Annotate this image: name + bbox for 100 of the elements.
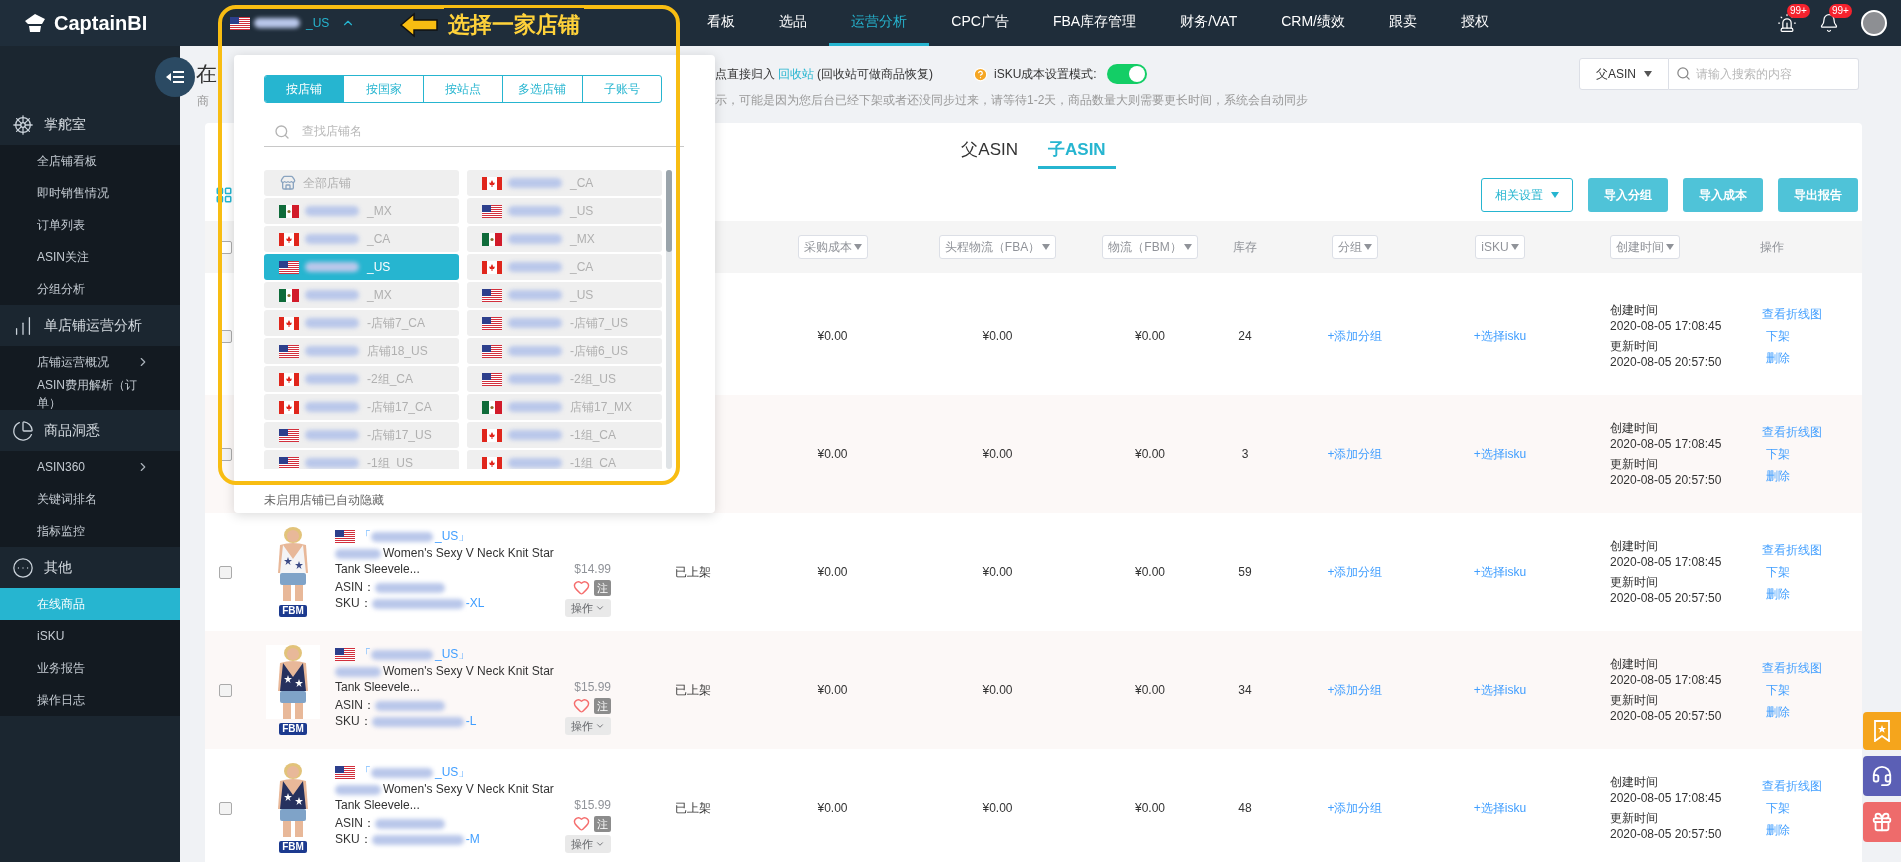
nav-tab[interactable]: CPC广告	[929, 0, 1031, 46]
row-checkbox[interactable]	[218, 683, 232, 697]
recycle-bin-link[interactable]: 回收站	[775, 67, 817, 81]
note-button[interactable]: 注	[594, 815, 611, 832]
grid-view-icon[interactable]	[215, 186, 233, 204]
store-option[interactable]: -店铺6_US	[467, 338, 662, 364]
add-group-link[interactable]: +添加分组	[1327, 327, 1383, 345]
store-option[interactable]: _CA	[264, 226, 459, 252]
column-filter[interactable]: iSKU	[1475, 235, 1525, 259]
store-option[interactable]: _US	[467, 198, 662, 224]
action-link[interactable]: 下架	[1762, 681, 1790, 699]
collapse-sidebar-button[interactable]	[155, 57, 195, 97]
sidebar-item[interactable]: iSKU	[0, 620, 180, 652]
toolbar-button[interactable]: 导出报告	[1778, 178, 1858, 212]
toolbar-button[interactable]: 导入成本	[1683, 178, 1763, 212]
isku-mode-toggle[interactable]	[1106, 64, 1147, 84]
picker-tab[interactable]: 按店铺	[265, 76, 344, 102]
select-isku-link[interactable]: +选择isku	[1473, 563, 1527, 581]
add-group-link[interactable]: +添加分组	[1327, 799, 1383, 817]
select-isku-link[interactable]: +选择isku	[1473, 327, 1527, 345]
store-link[interactable]: 「 _US」	[359, 645, 471, 663]
settings-dropdown[interactable]: 相关设置	[1481, 178, 1573, 212]
nav-tab[interactable]: CRM/绩效	[1259, 0, 1367, 46]
action-link[interactable]: 下架	[1762, 445, 1790, 463]
sidebar-item[interactable]: 指标监控	[0, 515, 180, 547]
sidebar-item[interactable]: 即时销售情况	[0, 177, 180, 209]
store-option[interactable]: -1组_US	[264, 450, 459, 469]
note-button[interactable]: 注	[594, 579, 611, 596]
nav-tab[interactable]: FBA库存管理	[1030, 0, 1159, 46]
sidebar-item[interactable]: 在线商品	[0, 588, 180, 620]
column-filter[interactable]: 采购成本	[797, 235, 868, 259]
action-link[interactable]: 下架	[1762, 563, 1790, 581]
sku-link[interactable]: -XL	[371, 596, 485, 610]
column-filter[interactable]: 物流（FBM）	[1102, 235, 1198, 259]
toolbar-button[interactable]: 导入分组	[1588, 178, 1668, 212]
store-option[interactable]: _US	[264, 254, 459, 280]
sidebar-item[interactable]: 全店铺看板	[0, 145, 180, 177]
action-link[interactable]: 查看折线图	[1762, 423, 1822, 441]
product-title[interactable]: Women's Sexy V Neck Knit Star Tank Sleevele...	[335, 781, 567, 813]
store-option[interactable]: _CA	[467, 170, 662, 196]
nav-tab[interactable]: 跟卖	[1366, 0, 1439, 46]
picker-tab[interactable]: 按站点	[422, 76, 503, 102]
heart-icon[interactable]	[573, 815, 590, 832]
column-filter[interactable]: 头程物流（FBA）	[938, 235, 1057, 259]
store-option[interactable]: _MX	[264, 282, 459, 308]
store-option[interactable]: -2组_CA	[264, 366, 459, 392]
store-option[interactable]: -店铺7_CA	[264, 310, 459, 336]
support-button[interactable]	[1863, 756, 1901, 796]
picker-tab[interactable]: 子账号	[581, 76, 661, 102]
nav-tab[interactable]: 财务/VAT	[1158, 0, 1260, 46]
sidebar-item[interactable]: ASIN关注	[0, 241, 180, 273]
search-field[interactable]: 请输入搜索的内容	[1669, 58, 1859, 90]
row-checkbox[interactable]	[218, 801, 232, 815]
store-option[interactable]: -店铺7_US	[467, 310, 662, 336]
action-link[interactable]: 下架	[1762, 799, 1790, 817]
product-title[interactable]: Women's Sexy V Neck Knit Star Tank Sleevele...	[335, 663, 567, 695]
action-link[interactable]: 查看折线图	[1762, 777, 1822, 795]
sidebar-item[interactable]: 订单列表	[0, 209, 180, 241]
sidebar-group-label[interactable]: 单店铺运营分析	[44, 315, 142, 336]
asin-tab[interactable]: 子ASIN	[1038, 136, 1116, 169]
heart-icon[interactable]	[573, 697, 590, 714]
nav-tab[interactable]: 选品	[757, 0, 830, 46]
picker-tab[interactable]: 按国家	[343, 76, 423, 102]
asin-tab[interactable]: 父ASIN	[951, 136, 1029, 169]
heart-icon[interactable]	[573, 579, 590, 596]
operation-menu-button[interactable]: 操作	[565, 599, 611, 617]
store-option[interactable]: _CA	[467, 254, 662, 280]
sidebar-item[interactable]: ASIN360	[0, 451, 180, 483]
store-selector[interactable]: _US	[230, 14, 356, 32]
select-isku-link[interactable]: +选择isku	[1473, 445, 1527, 463]
store-option[interactable]: -2组_US	[467, 366, 662, 392]
sidebar-item[interactable]: 业务报告	[0, 652, 180, 684]
gift-button[interactable]	[1863, 802, 1901, 842]
action-link[interactable]: 查看折线图	[1762, 541, 1822, 559]
store-option[interactable]: _MX	[467, 226, 662, 252]
sku-link[interactable]: -L	[371, 714, 477, 728]
action-link[interactable]: 删除	[1762, 467, 1790, 485]
action-link[interactable]: 删除	[1762, 349, 1790, 367]
sidebar-item[interactable]: 操作日志	[0, 684, 180, 716]
action-link[interactable]: 删除	[1762, 585, 1790, 603]
sidebar-item[interactable]: 分组分析	[0, 273, 180, 305]
operation-menu-button[interactable]: 操作	[565, 835, 611, 853]
store-option[interactable]: 店铺17_MX	[467, 394, 662, 420]
row-checkbox[interactable]	[218, 565, 232, 579]
sidebar-item[interactable]: 店铺运营概况	[0, 346, 180, 378]
picker-tab[interactable]: 多选店铺	[502, 76, 582, 102]
store-option[interactable]: _MX	[264, 198, 459, 224]
alarm-light-icon[interactable]	[1777, 13, 1797, 33]
search-scope-select[interactable]: 父ASIN	[1579, 58, 1669, 90]
bell-icon[interactable]	[1819, 13, 1839, 33]
action-link[interactable]: 删除	[1762, 821, 1790, 839]
sidebar-group-label[interactable]: 掌舵室	[44, 114, 86, 135]
store-link[interactable]: 「 _US」	[359, 527, 471, 545]
store-option[interactable]: -店铺17_US	[264, 422, 459, 448]
store-search-field[interactable]: 查找店铺名	[264, 116, 684, 147]
action-link[interactable]: 下架	[1762, 327, 1790, 345]
store-option[interactable]: -店铺17_CA	[264, 394, 459, 420]
sidebar-item[interactable]: 关键词排名	[0, 483, 180, 515]
store-option[interactable]: -1组_CA	[467, 422, 662, 448]
column-filter[interactable]: 创建时间	[1610, 235, 1680, 259]
